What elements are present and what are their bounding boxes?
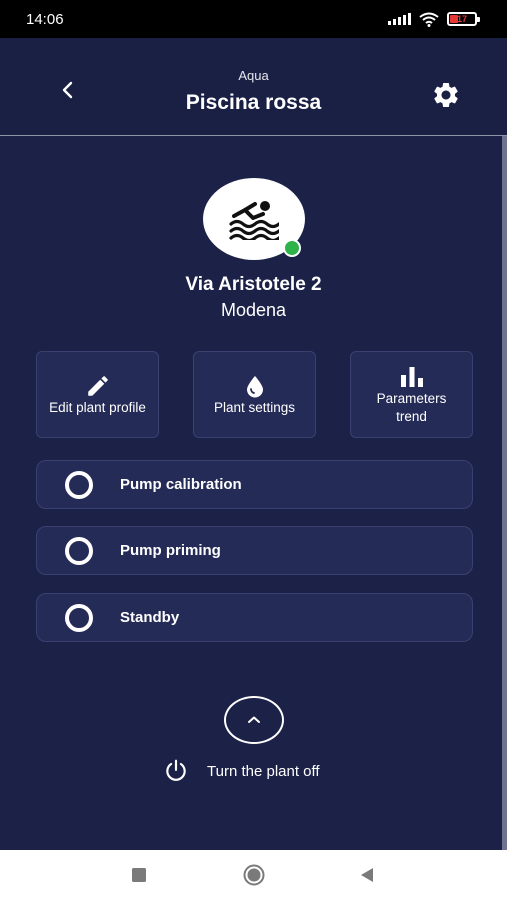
option-label: Standby: [120, 609, 180, 626]
edit-plant-profile-button[interactable]: Edit plant profile: [36, 351, 159, 438]
status-time: 14:06: [26, 10, 64, 28]
card-label: Plant settings: [213, 399, 296, 415]
back-icon: [361, 868, 373, 882]
recent-apps-button[interactable]: [130, 864, 148, 886]
battery-icon: 17: [447, 12, 480, 26]
online-status-dot: [283, 239, 301, 257]
radio-button[interactable]: [65, 536, 93, 565]
card-label: Parameters trend: [376, 390, 447, 424]
plant-settings-button[interactable]: Plant settings: [193, 351, 316, 438]
standby-option[interactable]: Standby: [36, 593, 473, 642]
expand-button[interactable]: [224, 696, 284, 744]
signal-icon: [388, 13, 411, 25]
chevron-up-icon: [248, 716, 260, 723]
home-button[interactable]: [242, 864, 266, 886]
recent-apps-icon: [132, 868, 146, 882]
radio-button[interactable]: [65, 603, 93, 632]
wifi-icon: [419, 12, 439, 27]
plant-city: Modena: [220, 300, 287, 320]
back-nav-button[interactable]: [358, 864, 376, 886]
option-label: Pump calibration: [120, 476, 242, 493]
settings-button[interactable]: [429, 78, 463, 112]
pump-calibration-option[interactable]: Pump calibration: [36, 460, 473, 509]
turn-off-label: Turn the plant off: [207, 762, 320, 780]
swimmer-icon: [229, 201, 279, 240]
status-icons: 17: [388, 12, 480, 27]
pump-priming-option[interactable]: Pump priming: [36, 526, 473, 575]
system-nav-bar: [0, 850, 507, 900]
turn-plant-off-button[interactable]: Turn the plant off: [163, 756, 320, 786]
app-header: Aqua Piscina rossa: [0, 38, 507, 136]
plant-address: Via Aristotele 2: [185, 274, 322, 295]
option-label: Pump priming: [120, 542, 221, 559]
parameters-trend-button[interactable]: Parameters trend: [350, 351, 473, 438]
water-drop-icon: [246, 375, 263, 397]
radio-button[interactable]: [65, 470, 93, 499]
gear-icon: [434, 82, 458, 107]
battery-level: 17: [456, 14, 467, 24]
power-icon: [166, 759, 186, 781]
pencil-icon: [87, 375, 108, 396]
bar-chart-icon: [400, 366, 423, 387]
card-label: Edit plant profile: [49, 399, 146, 415]
home-icon: [243, 864, 265, 886]
status-bar: 14:06 17: [0, 0, 507, 38]
scrollbar[interactable]: [502, 136, 507, 850]
